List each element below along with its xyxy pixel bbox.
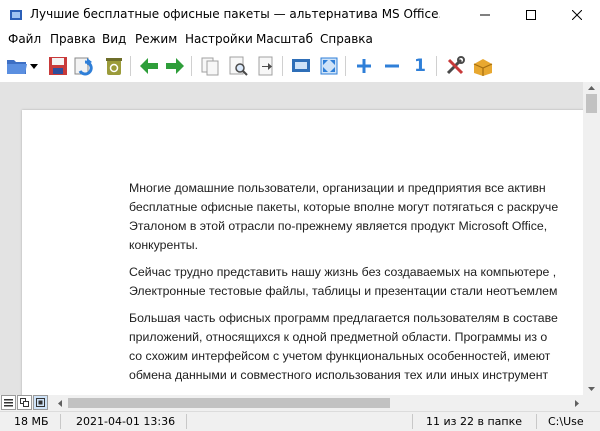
scroll-down-icon[interactable] bbox=[583, 383, 600, 395]
options-icon[interactable] bbox=[443, 54, 467, 78]
paragraph: Многие домашние пользователи, организаци… bbox=[129, 179, 583, 255]
paragraph: Большая часть офисных программ предлагае… bbox=[129, 309, 583, 385]
maximize-button[interactable] bbox=[508, 0, 554, 30]
menu-help[interactable]: Справка bbox=[320, 32, 373, 46]
slideshow-icon[interactable] bbox=[289, 54, 313, 78]
title-bar: Лучшие бесплатные офисные пакеты — альте… bbox=[0, 0, 600, 30]
reload-icon[interactable] bbox=[72, 54, 96, 78]
menu-settings[interactable]: Настройки bbox=[185, 32, 253, 46]
scroll-left-icon[interactable] bbox=[54, 397, 66, 409]
document-text: Многие домашние пользователи, организаци… bbox=[129, 179, 583, 393]
menu-bar: Файл Правка Вид Режим Настройки Масштаб … bbox=[0, 30, 600, 50]
copy-view-icon[interactable] bbox=[17, 395, 32, 410]
save-icon[interactable] bbox=[46, 54, 70, 78]
original-size-button[interactable]: 1 bbox=[408, 54, 432, 78]
toolbar-separator bbox=[436, 56, 437, 76]
text-line: конкуренты. bbox=[129, 238, 199, 252]
bottom-bar bbox=[0, 395, 600, 411]
status-separator bbox=[412, 414, 413, 429]
document-viewer[interactable]: Многие домашние пользователи, организаци… bbox=[0, 82, 583, 395]
zoom-out-icon[interactable] bbox=[380, 54, 404, 78]
text-line: Эталоном в этой отрасли по-прежнему явля… bbox=[129, 219, 548, 233]
page-view-icon[interactable] bbox=[33, 395, 48, 410]
text-line: обмена данными и совместного использован… bbox=[129, 368, 549, 382]
vertical-scrollbar[interactable] bbox=[583, 82, 600, 395]
horizontal-scrollbar[interactable] bbox=[54, 395, 583, 411]
paragraph: Сейчас трудно представить нашу жизнь без… bbox=[129, 263, 583, 301]
text-line: бесплатные офисные пакеты, которые вполн… bbox=[129, 200, 559, 214]
zoom-in-icon[interactable] bbox=[352, 54, 376, 78]
minimize-button[interactable] bbox=[462, 0, 508, 30]
menu-edit[interactable]: Правка bbox=[50, 32, 96, 46]
text-line: со схожим интерфейсом с учетом функциона… bbox=[129, 349, 551, 363]
status-separator bbox=[536, 414, 537, 429]
menu-zoom[interactable]: Масштаб bbox=[256, 32, 313, 46]
menu-mode[interactable]: Режим bbox=[135, 32, 177, 46]
toolbar: 1 bbox=[0, 50, 600, 82]
scroll-right-icon[interactable] bbox=[571, 397, 583, 409]
open-folder-icon[interactable] bbox=[5, 54, 29, 78]
toolbar-separator bbox=[130, 56, 131, 76]
document-page: Многие домашние пользователи, организаци… bbox=[22, 110, 583, 395]
file-path: C:\Use bbox=[548, 415, 584, 428]
close-button[interactable] bbox=[554, 0, 600, 30]
file-datetime: 2021-04-01 13:36 bbox=[76, 415, 176, 428]
toolbar-separator bbox=[191, 56, 192, 76]
folder-position: 11 из 22 в папке bbox=[426, 415, 522, 428]
menu-file[interactable]: Файл bbox=[8, 32, 41, 46]
text-line: Сейчас трудно представить нашу жизнь без… bbox=[129, 265, 557, 279]
horizontal-scroll-thumb[interactable] bbox=[68, 398, 390, 408]
status-separator bbox=[60, 414, 61, 429]
toolbar-separator bbox=[282, 56, 283, 76]
vertical-scroll-thumb[interactable] bbox=[586, 94, 597, 113]
status-separator bbox=[186, 414, 187, 429]
export-icon[interactable] bbox=[254, 54, 278, 78]
recycle-bin-icon[interactable] bbox=[102, 54, 126, 78]
app-icon bbox=[9, 8, 23, 22]
window-title: Лучшие бесплатные офисные пакеты — альте… bbox=[30, 7, 440, 21]
menu-view[interactable]: Вид bbox=[102, 32, 126, 46]
text-line: Электронные тестовые файлы, таблицы и пр… bbox=[129, 284, 558, 298]
forward-arrow-icon[interactable] bbox=[163, 54, 187, 78]
copy-icon[interactable] bbox=[198, 54, 222, 78]
print-preview-icon[interactable] bbox=[226, 54, 250, 78]
status-bar: 18 МБ 2021-04-01 13:36 11 из 22 в папке … bbox=[0, 411, 600, 431]
file-size: 18 МБ bbox=[14, 415, 49, 428]
fullscreen-icon[interactable] bbox=[317, 54, 341, 78]
text-view-icon[interactable] bbox=[1, 395, 16, 410]
text-line: приложений, относящихся к одной предметн… bbox=[129, 330, 548, 344]
toolbar-separator bbox=[345, 56, 346, 76]
scroll-up-icon[interactable] bbox=[583, 82, 600, 94]
back-arrow-icon[interactable] bbox=[137, 54, 161, 78]
text-line: Большая часть офисных программ предлагае… bbox=[129, 311, 558, 325]
package-icon[interactable] bbox=[471, 54, 495, 78]
text-line: Многие домашние пользователи, организаци… bbox=[129, 181, 546, 195]
dropdown-arrow-icon[interactable] bbox=[27, 54, 41, 78]
